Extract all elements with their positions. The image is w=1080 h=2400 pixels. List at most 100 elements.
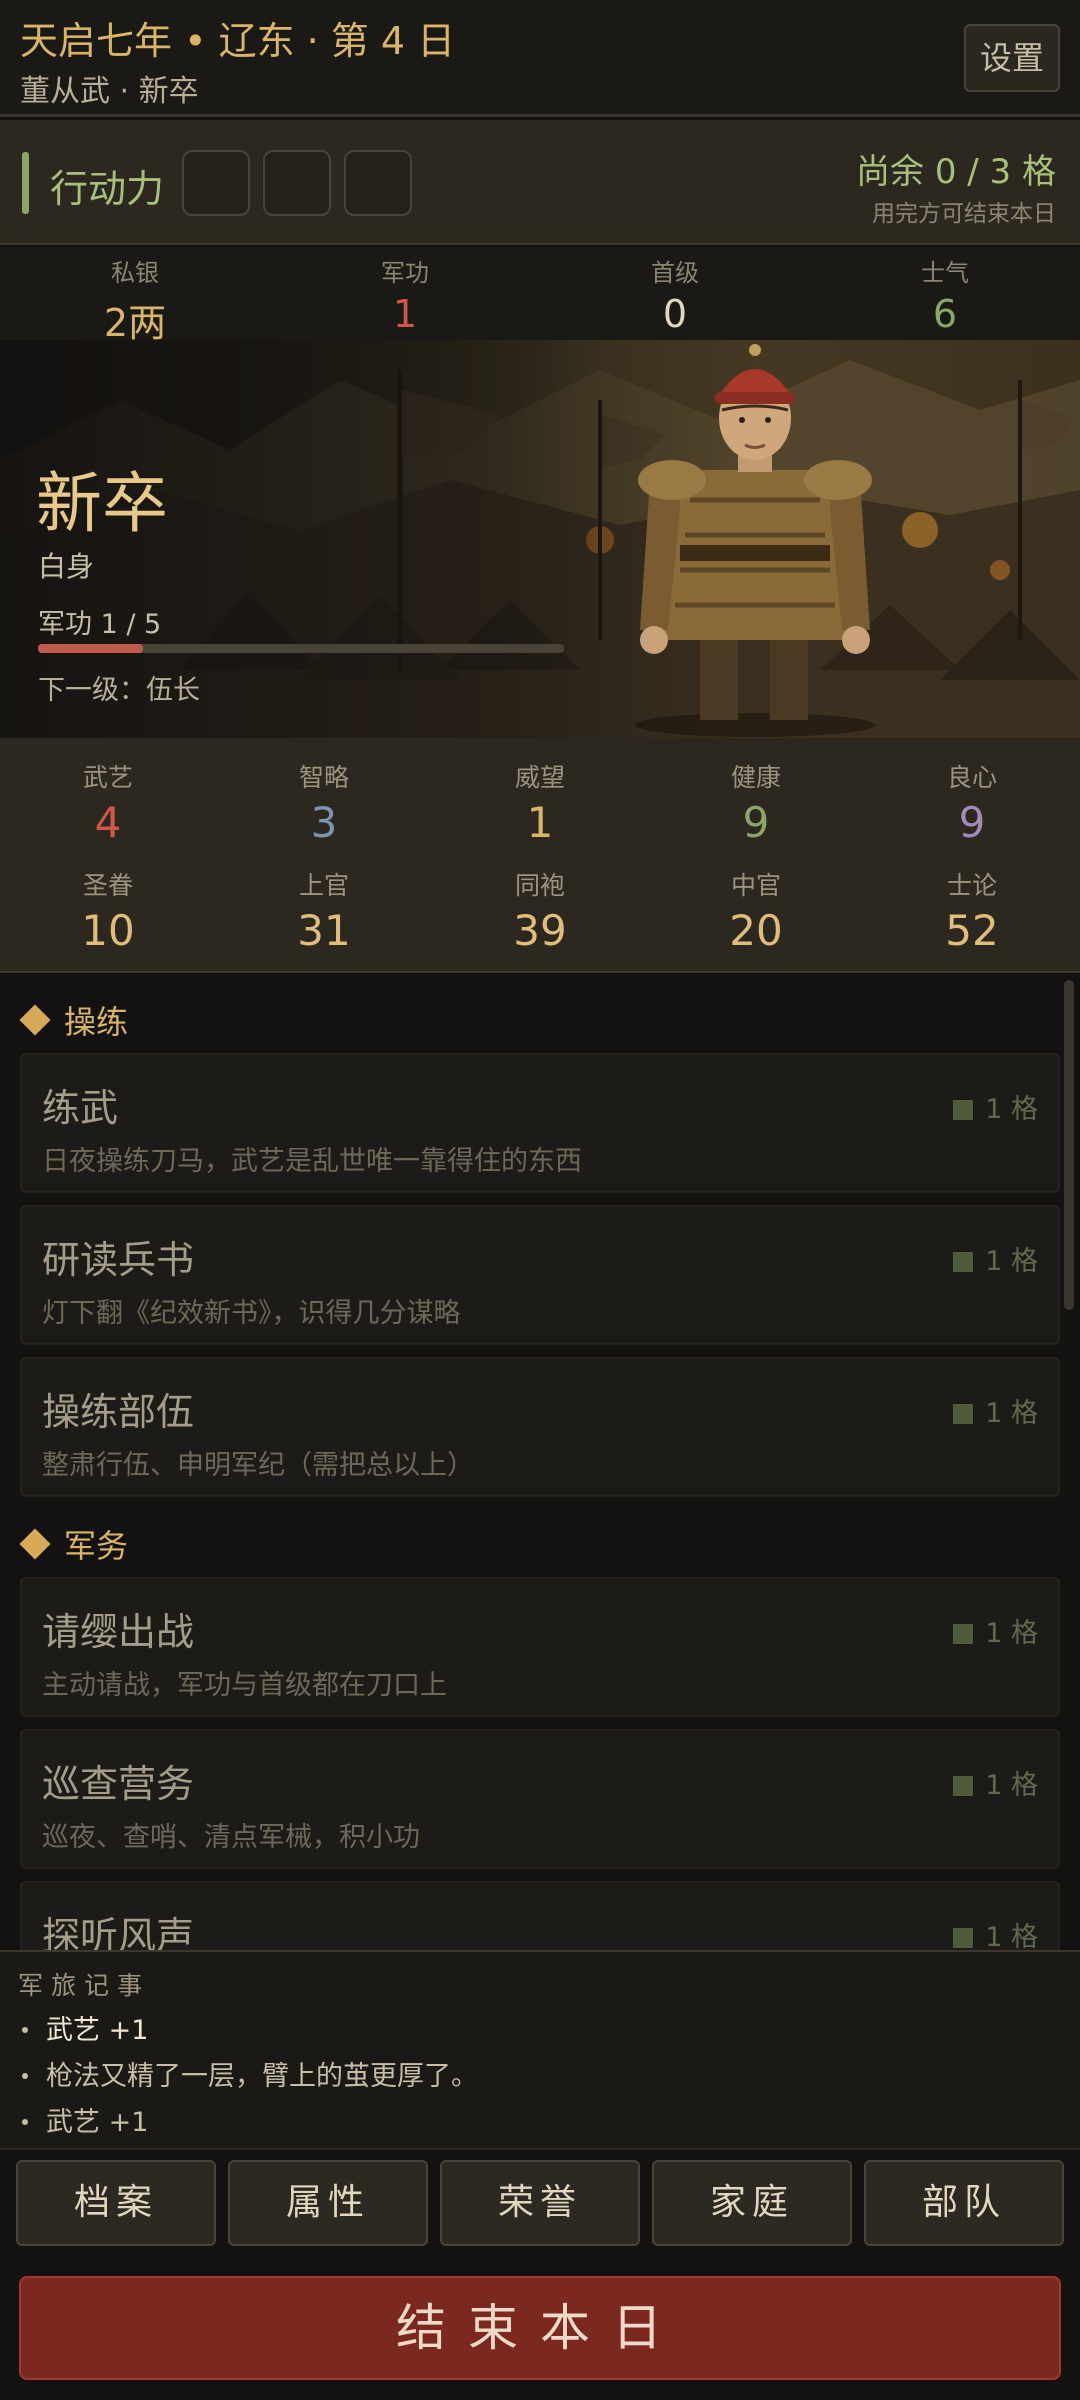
- attr-value: 4: [94, 798, 122, 847]
- activity-desc: 日夜操练刀马，武艺是乱世唯一靠得住的东西: [42, 1146, 582, 1177]
- action-slot-1: [182, 150, 250, 216]
- attr-martial: 武艺 4: [0, 758, 216, 847]
- activity-desc: 巡夜、查哨、清点军械，积小功: [42, 1822, 420, 1853]
- attr-value: 9: [958, 798, 986, 847]
- journal-entry-text: 武艺 +1: [46, 2107, 149, 2138]
- activity-desc: 主动请战，军功与首级都在刀口上: [42, 1670, 447, 1701]
- activity-cost: 1 格: [953, 1087, 1038, 1126]
- activity-cost: 1 格: [953, 1915, 1038, 1950]
- activity-title: 练武: [42, 1086, 119, 1130]
- attr-value: 10: [81, 906, 135, 955]
- journal-log: 军旅记事 武艺 +1 枪法又精了一层，臂上的茧更厚了。 武艺 +1: [0, 1950, 1080, 2148]
- activity-desc: 整肃行伍、申明军纪（需把总以上）: [42, 1450, 474, 1481]
- action-slot-icon: [953, 1252, 974, 1272]
- attr-label: 智略: [298, 763, 349, 792]
- attr-label: 威望: [514, 763, 565, 792]
- attr-label: 健康: [730, 763, 781, 792]
- action-accent-bar: [22, 152, 29, 214]
- action-slot-icon: [953, 1776, 974, 1796]
- end-day-area: 结束本日: [0, 2256, 1080, 2400]
- stat-morale: 士气 6: [810, 247, 1080, 340]
- attr-scholar-opinion: 士论 52: [864, 866, 1080, 955]
- stat-label: 军功: [381, 259, 429, 287]
- settings-button[interactable]: 设置: [964, 24, 1060, 92]
- journal-entry: 武艺 +1: [22, 2100, 148, 2139]
- journal-entry-text: 武艺 +1: [46, 2015, 149, 2046]
- attr-superiors: 上官 31: [216, 866, 432, 955]
- attribute-row-1: 武艺 4 智略 3 威望 1 健康 9 良心 9: [0, 758, 1080, 847]
- attr-label: 同袍: [514, 871, 565, 900]
- bullet-icon: [22, 2027, 28, 2033]
- bottom-nav: 档案 属性 荣誉 家庭 部队: [0, 2148, 1080, 2256]
- attr-value: 39: [513, 906, 567, 955]
- attr-health: 健康 9: [648, 758, 864, 847]
- header: 天启七年 • 辽东 · 第 4 日 董从武 · 新卒 设置: [0, 0, 1080, 117]
- date-location-line: 天启七年 • 辽东 · 第 4 日: [20, 19, 456, 63]
- attr-label: 士论: [946, 871, 997, 900]
- journal-entry: 武艺 +1: [22, 2008, 148, 2047]
- activity-title: 研读兵书: [42, 1238, 195, 1282]
- journal-entry: 枪法又精了一层，臂上的茧更厚了。: [22, 2054, 478, 2093]
- diamond-icon: [19, 1528, 51, 1560]
- stat-merit: 军功 1: [270, 247, 540, 340]
- attr-label: 良心: [946, 763, 997, 792]
- activity-cost: 1 格: [953, 1611, 1038, 1650]
- attr-conscience: 良心 9: [864, 758, 1080, 847]
- attr-label: 圣眷: [82, 871, 133, 900]
- action-slot-icon: [953, 1100, 974, 1120]
- attr-label: 中官: [730, 871, 781, 900]
- merit-progress-fill: [38, 644, 144, 653]
- activity-title: 操练部伍: [42, 1390, 195, 1434]
- bullet-icon: [22, 2073, 28, 2079]
- action-remaining: 尚余 0 / 3 格: [856, 152, 1056, 192]
- action-slot-icon: [953, 1928, 974, 1948]
- attribute-grid: 武艺 4 智略 3 威望 1 健康 9 良心 9 圣眷 10 上官 31 同袍: [0, 738, 1080, 973]
- activity-card[interactable]: 巡查营务 巡夜、查哨、清点军械，积小功 1 格: [20, 1729, 1060, 1869]
- section-title: 军务: [64, 1527, 129, 1565]
- journal-title: 军旅记事: [18, 1971, 151, 2000]
- activity-card[interactable]: 探听风声 1 格: [20, 1881, 1060, 1950]
- attr-imperial-favor: 圣眷 10: [0, 866, 216, 955]
- activity-desc: 灯下翻《纪效新书》，识得几分谋略: [42, 1298, 461, 1329]
- attr-value: 52: [945, 906, 999, 955]
- nav-button-honors[interactable]: 荣誉: [440, 2160, 640, 2246]
- attr-value: 9: [742, 798, 770, 847]
- cost-text: 1 格: [985, 1770, 1038, 1801]
- cost-text: 1 格: [985, 1246, 1038, 1277]
- scrollbar[interactable]: [1064, 980, 1074, 1310]
- activity-card[interactable]: 操练部伍 整肃行伍、申明军纪（需把总以上） 1 格: [20, 1357, 1060, 1497]
- action-slot-icon: [953, 1624, 974, 1644]
- nav-button-profile[interactable]: 档案: [16, 2160, 216, 2246]
- nav-button-troops[interactable]: 部队: [864, 2160, 1064, 2246]
- rank-status: 白身: [38, 550, 95, 583]
- section-header-military: 军务: [19, 1521, 129, 1567]
- merit-progress-label: 军功 1 / 5: [38, 609, 162, 640]
- action-slot-2: [263, 150, 331, 216]
- activity-title: 请缨出战: [42, 1610, 195, 1654]
- stat-silver: 私银 2两: [0, 247, 270, 345]
- nav-button-attributes[interactable]: 属性: [228, 2160, 428, 2246]
- activity-card[interactable]: 练武 日夜操练刀马，武艺是乱世唯一靠得住的东西 1 格: [20, 1053, 1060, 1193]
- activity-list[interactable]: 操练 练武 日夜操练刀马，武艺是乱世唯一靠得住的东西 1 格 研读兵书 灯下翻《…: [0, 975, 1080, 1950]
- section-title: 操练: [64, 1003, 129, 1041]
- nav-button-family[interactable]: 家庭: [652, 2160, 852, 2246]
- resource-stats: 私银 2两 军功 1 首级 0 士气 6: [0, 247, 1080, 345]
- activity-card[interactable]: 请缨出战 主动请战，军功与首级都在刀口上 1 格: [20, 1577, 1060, 1717]
- stat-label: 私银: [111, 259, 159, 287]
- stat-value: 6: [932, 292, 958, 336]
- cost-text: 1 格: [985, 1618, 1038, 1649]
- attr-prestige: 威望 1: [432, 758, 648, 847]
- end-day-button[interactable]: 结束本日: [19, 2276, 1061, 2380]
- cost-text: 1 格: [985, 1922, 1038, 1950]
- attr-label: 武艺: [82, 763, 133, 792]
- stat-value: 1: [392, 292, 418, 336]
- attribute-row-2: 圣眷 10 上官 31 同袍 39 中官 20 士论 52: [0, 866, 1080, 955]
- cost-text: 1 格: [985, 1094, 1038, 1125]
- attr-eunuchs: 中官 20: [648, 866, 864, 955]
- attr-value: 1: [526, 798, 554, 847]
- attr-value: 3: [310, 798, 338, 847]
- stat-label: 士气: [921, 259, 969, 287]
- next-rank-label: 下一级：伍长: [38, 675, 200, 706]
- cost-text: 1 格: [985, 1398, 1038, 1429]
- activity-card[interactable]: 研读兵书 灯下翻《纪效新书》，识得几分谋略 1 格: [20, 1205, 1060, 1345]
